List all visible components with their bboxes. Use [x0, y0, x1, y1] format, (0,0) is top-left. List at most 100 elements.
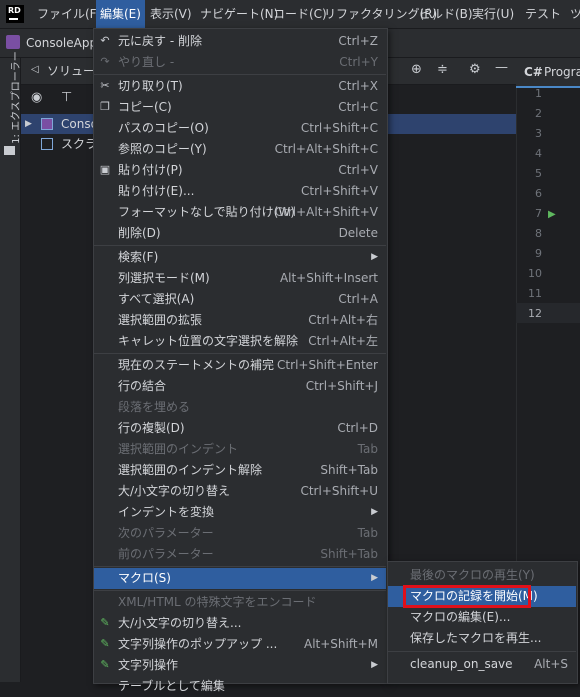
- pencil-icon: ✎: [100, 616, 110, 629]
- edit-menu-item[interactable]: ✂ 切り取り(T) Ctrl+X: [94, 76, 386, 97]
- rider-logo-icon: RD: [6, 5, 24, 23]
- explorer-stripe-button[interactable]: 1: エクスプローラー: [7, 51, 22, 144]
- menu-item-label: 列選択モード(M): [118, 271, 210, 285]
- scissors-icon: ✂: [100, 79, 110, 92]
- minimize-icon[interactable]: —: [495, 60, 508, 75]
- menu-item-label: 切り取り(T): [118, 79, 183, 93]
- menu-item-shortcut: Ctrl+Alt+左: [308, 334, 378, 348]
- gear-icon[interactable]: ⚙: [469, 62, 481, 77]
- line-number: 2: [535, 107, 542, 120]
- menubar-item[interactable]: 実行(U): [468, 0, 518, 28]
- edit-menu-item[interactable]: 貼り付け(E)... Ctrl+Shift+V: [94, 181, 386, 202]
- edit-menu-item[interactable]: 行の結合 Ctrl+Shift+J: [94, 376, 386, 397]
- menu-separator: [388, 651, 576, 652]
- solution-icon: ◁: [31, 64, 39, 75]
- menu-item-label: 元に戻す - 削除: [118, 34, 202, 48]
- menubar-item[interactable]: テスト: [521, 0, 565, 28]
- submenu-arrow-icon: ▶: [371, 573, 378, 583]
- menubar-item[interactable]: 表示(V): [146, 0, 196, 28]
- edit-menu-item[interactable]: ✎ 文字列操作 ▶: [94, 655, 386, 676]
- menu-item-label: すべて選択(A): [118, 292, 195, 306]
- edit-menu-item[interactable]: 行の複製(D) Ctrl+D: [94, 418, 386, 439]
- menu-item-shortcut: Ctrl+A: [338, 292, 378, 306]
- edit-menu-item[interactable]: 検索(F) ▶: [94, 247, 386, 268]
- pin-icon[interactable]: ⊤: [61, 90, 72, 105]
- menu-item-label: 削除(D): [118, 226, 161, 240]
- menu-item-shortcut: Ctrl+Alt+右: [308, 313, 378, 327]
- locate-icon[interactable]: ⊕: [411, 62, 422, 77]
- edit-menu-item[interactable]: フォーマットなしで貼り付け(W) Ctrl+Alt+Shift+V: [94, 202, 386, 223]
- folder-icon[interactable]: [4, 146, 15, 155]
- edit-menu-item[interactable]: 列選択モード(M) Alt+Shift+Insert: [94, 268, 386, 289]
- annotation-highlight-box: [403, 585, 531, 608]
- menu-item-label: コピー(C): [118, 100, 172, 114]
- edit-menu-item: 次のパラメーター Tab: [94, 523, 386, 544]
- menubar-item[interactable]: ツ: [566, 0, 580, 28]
- line-number: 1: [535, 87, 542, 100]
- menu-item-shortcut: Ctrl+D: [337, 421, 378, 435]
- edit-menu-item[interactable]: ▣ 貼り付け(P) Ctrl+V: [94, 160, 386, 181]
- edit-menu-item[interactable]: 参照のコピー(Y) Ctrl+Alt+Shift+C: [94, 139, 386, 160]
- expand-arrow-icon[interactable]: ▶: [25, 114, 32, 134]
- edit-menu-item[interactable]: 削除(D) Delete: [94, 223, 386, 244]
- project-breadcrumb[interactable]: ConsoleApp: [26, 29, 97, 57]
- pencil-icon: ✎: [100, 658, 110, 671]
- project-icon: [6, 35, 20, 49]
- menu-item-label: cleanup_on_save: [410, 657, 513, 671]
- menubar-item[interactable]: 編集(E): [96, 0, 145, 28]
- menu-item-shortcut: Alt+S: [534, 657, 568, 671]
- line-number: 10: [528, 267, 542, 280]
- collapse-all-icon[interactable]: ≑: [437, 62, 448, 77]
- edit-menu-item[interactable]: パスのコピー(O) Ctrl+Shift+C: [94, 118, 386, 139]
- menu-item-shortcut: Ctrl+C: [338, 100, 378, 114]
- edit-menu-item[interactable]: 選択範囲の拡張 Ctrl+Alt+右: [94, 310, 386, 331]
- menu-item-label: 選択範囲の拡張: [118, 313, 203, 327]
- edit-menu-item[interactable]: 選択範囲のインデント解除 Shift+Tab: [94, 460, 386, 481]
- edit-menu-item[interactable]: 現在のステートメントの補完 Ctrl+Shift+Enter: [94, 355, 386, 376]
- line-number: 4: [535, 147, 542, 160]
- submenu-arrow-icon: ▶: [371, 252, 378, 262]
- edit-menu-item[interactable]: インデントを変換 ▶: [94, 502, 386, 523]
- run-gutter-icon[interactable]: ▶: [548, 209, 556, 220]
- menu-item-label: 大/小文字の切り替え: [118, 484, 231, 498]
- edit-menu-item[interactable]: ✎ 大/小文字の切り替え...: [94, 613, 386, 634]
- menu-item-label: 最後のマクロの再生(Y): [410, 568, 535, 582]
- edit-menu-item[interactable]: ↶ 元に戻す - 削除 Ctrl+Z: [94, 31, 386, 52]
- menu-item-label: 次のパラメーター: [118, 526, 214, 540]
- menu-separator: [94, 590, 386, 591]
- menubar-item[interactable]: ファイル(F): [33, 0, 105, 28]
- undo-icon: ↶: [100, 34, 110, 47]
- edit-menu-item[interactable]: ❐ コピー(C) Ctrl+C: [94, 97, 386, 118]
- menu-item-shortcut: Ctrl+Shift+V: [301, 184, 378, 198]
- editor-tab-label: Progra: [544, 65, 580, 79]
- clipboard-icon: ▣: [99, 163, 111, 176]
- menu-item-label: 選択範囲のインデント解除: [118, 463, 263, 477]
- menu-item-label: 段落を埋める: [118, 400, 191, 414]
- edit-menu-item[interactable]: キャレット位置の文字選択を解除 Ctrl+Alt+左: [94, 331, 386, 352]
- menu-item-shortcut: Shift+Tab: [320, 463, 378, 477]
- macro-menu-item[interactable]: cleanup_on_save Alt+S: [388, 654, 576, 675]
- macro-menu-item[interactable]: 保存したマクロを再生...: [388, 628, 576, 649]
- menu-item-label: 現在のステートメントの補完: [118, 358, 275, 372]
- edit-menu-item[interactable]: テーブルとして編集: [94, 676, 386, 697]
- edit-menu-item[interactable]: 大/小文字の切り替え Ctrl+Shift+U: [94, 481, 386, 502]
- edit-menu-item[interactable]: マクロ(S) ▶: [94, 568, 386, 589]
- edit-menu-item[interactable]: すべて選択(A) Ctrl+A: [94, 289, 386, 310]
- menu-item-label: 貼り付け(P): [118, 163, 183, 177]
- menu-item-label: 保存したマクロを再生...: [410, 631, 542, 645]
- eye-settings-icon[interactable]: ◉: [31, 90, 42, 105]
- menu-item-label: 文字列操作: [118, 658, 179, 672]
- redo-icon: ↷: [100, 55, 110, 68]
- menu-item-shortcut: Ctrl+Shift+C: [300, 121, 378, 135]
- line-number: 8: [535, 227, 542, 240]
- menu-item-shortcut: Ctrl+Y: [339, 55, 378, 69]
- edit-menu-item: XML/HTML の特殊文字をエンコード: [94, 592, 386, 613]
- pencil-icon: ✎: [100, 637, 110, 650]
- menu-item-label: 選択範囲のインデント: [118, 442, 239, 456]
- menu-item-label: パスのコピー(O): [118, 121, 209, 135]
- edit-menu-item[interactable]: ✎ 文字列操作のポップアップ ... Alt+Shift+M: [94, 634, 386, 655]
- line-number: 12: [528, 307, 542, 320]
- macro-menu-item[interactable]: マクロの編集(E)...: [388, 607, 576, 628]
- macro-menu-item: 最後のマクロの再生(Y): [388, 565, 576, 586]
- menu-item-label: キャレット位置の文字選択を解除: [118, 334, 299, 348]
